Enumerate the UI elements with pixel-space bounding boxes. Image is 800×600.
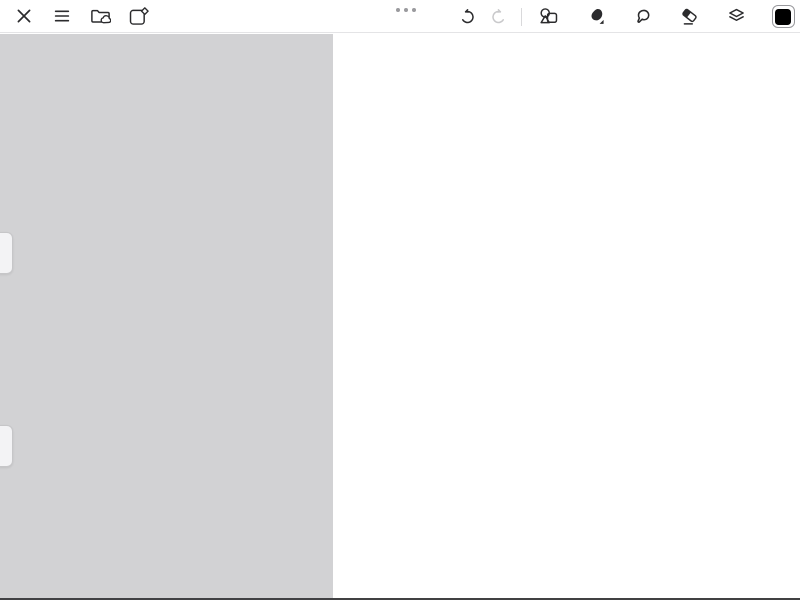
import-image-button[interactable] <box>125 3 151 29</box>
redo-arrow-icon <box>492 8 505 23</box>
menu-button[interactable] <box>49 3 75 29</box>
eraser-tool-button[interactable] <box>676 4 702 30</box>
menu-icon <box>54 10 70 22</box>
shapes-select-button[interactable] <box>535 4 561 30</box>
toolbar-right-group <box>454 0 796 33</box>
undo-button[interactable] <box>454 4 480 30</box>
top-toolbar <box>0 0 800 33</box>
color-swatch-ring <box>771 5 795 28</box>
drawing-canvas[interactable] <box>333 34 800 598</box>
active-color-swatch <box>775 8 791 25</box>
smudge-tool-button[interactable] <box>629 4 655 30</box>
smudge-blob-icon <box>636 9 649 23</box>
ellipsis-dot <box>396 8 400 12</box>
drawing-app-window <box>0 0 800 600</box>
ellipsis-dot <box>412 8 416 12</box>
folder-cloud-icon <box>90 9 111 23</box>
layers-icon <box>728 8 744 22</box>
gallery-button[interactable] <box>87 3 113 29</box>
toolbar-divider <box>521 7 522 26</box>
redo-button[interactable] <box>486 4 512 30</box>
ellipsis-dot <box>404 8 408 12</box>
tool-side-panel <box>0 34 333 598</box>
brush-tool-button[interactable] <box>582 4 608 30</box>
panel-handle-top[interactable] <box>0 232 13 274</box>
multitask-indicator-icon[interactable] <box>396 8 416 12</box>
panel-handle-bottom[interactable] <box>0 425 13 467</box>
main-content <box>0 34 800 598</box>
undo-arrow-icon <box>461 8 474 23</box>
brush-blob-icon <box>591 9 604 24</box>
close-button[interactable] <box>11 3 37 29</box>
toolbar-left-group <box>0 3 151 29</box>
layers-button[interactable] <box>723 4 749 30</box>
shapes-icon <box>539 8 557 24</box>
import-image-icon <box>129 6 149 25</box>
close-icon <box>17 9 31 23</box>
eraser-icon <box>681 8 697 25</box>
color-swatch-button[interactable] <box>770 4 796 30</box>
